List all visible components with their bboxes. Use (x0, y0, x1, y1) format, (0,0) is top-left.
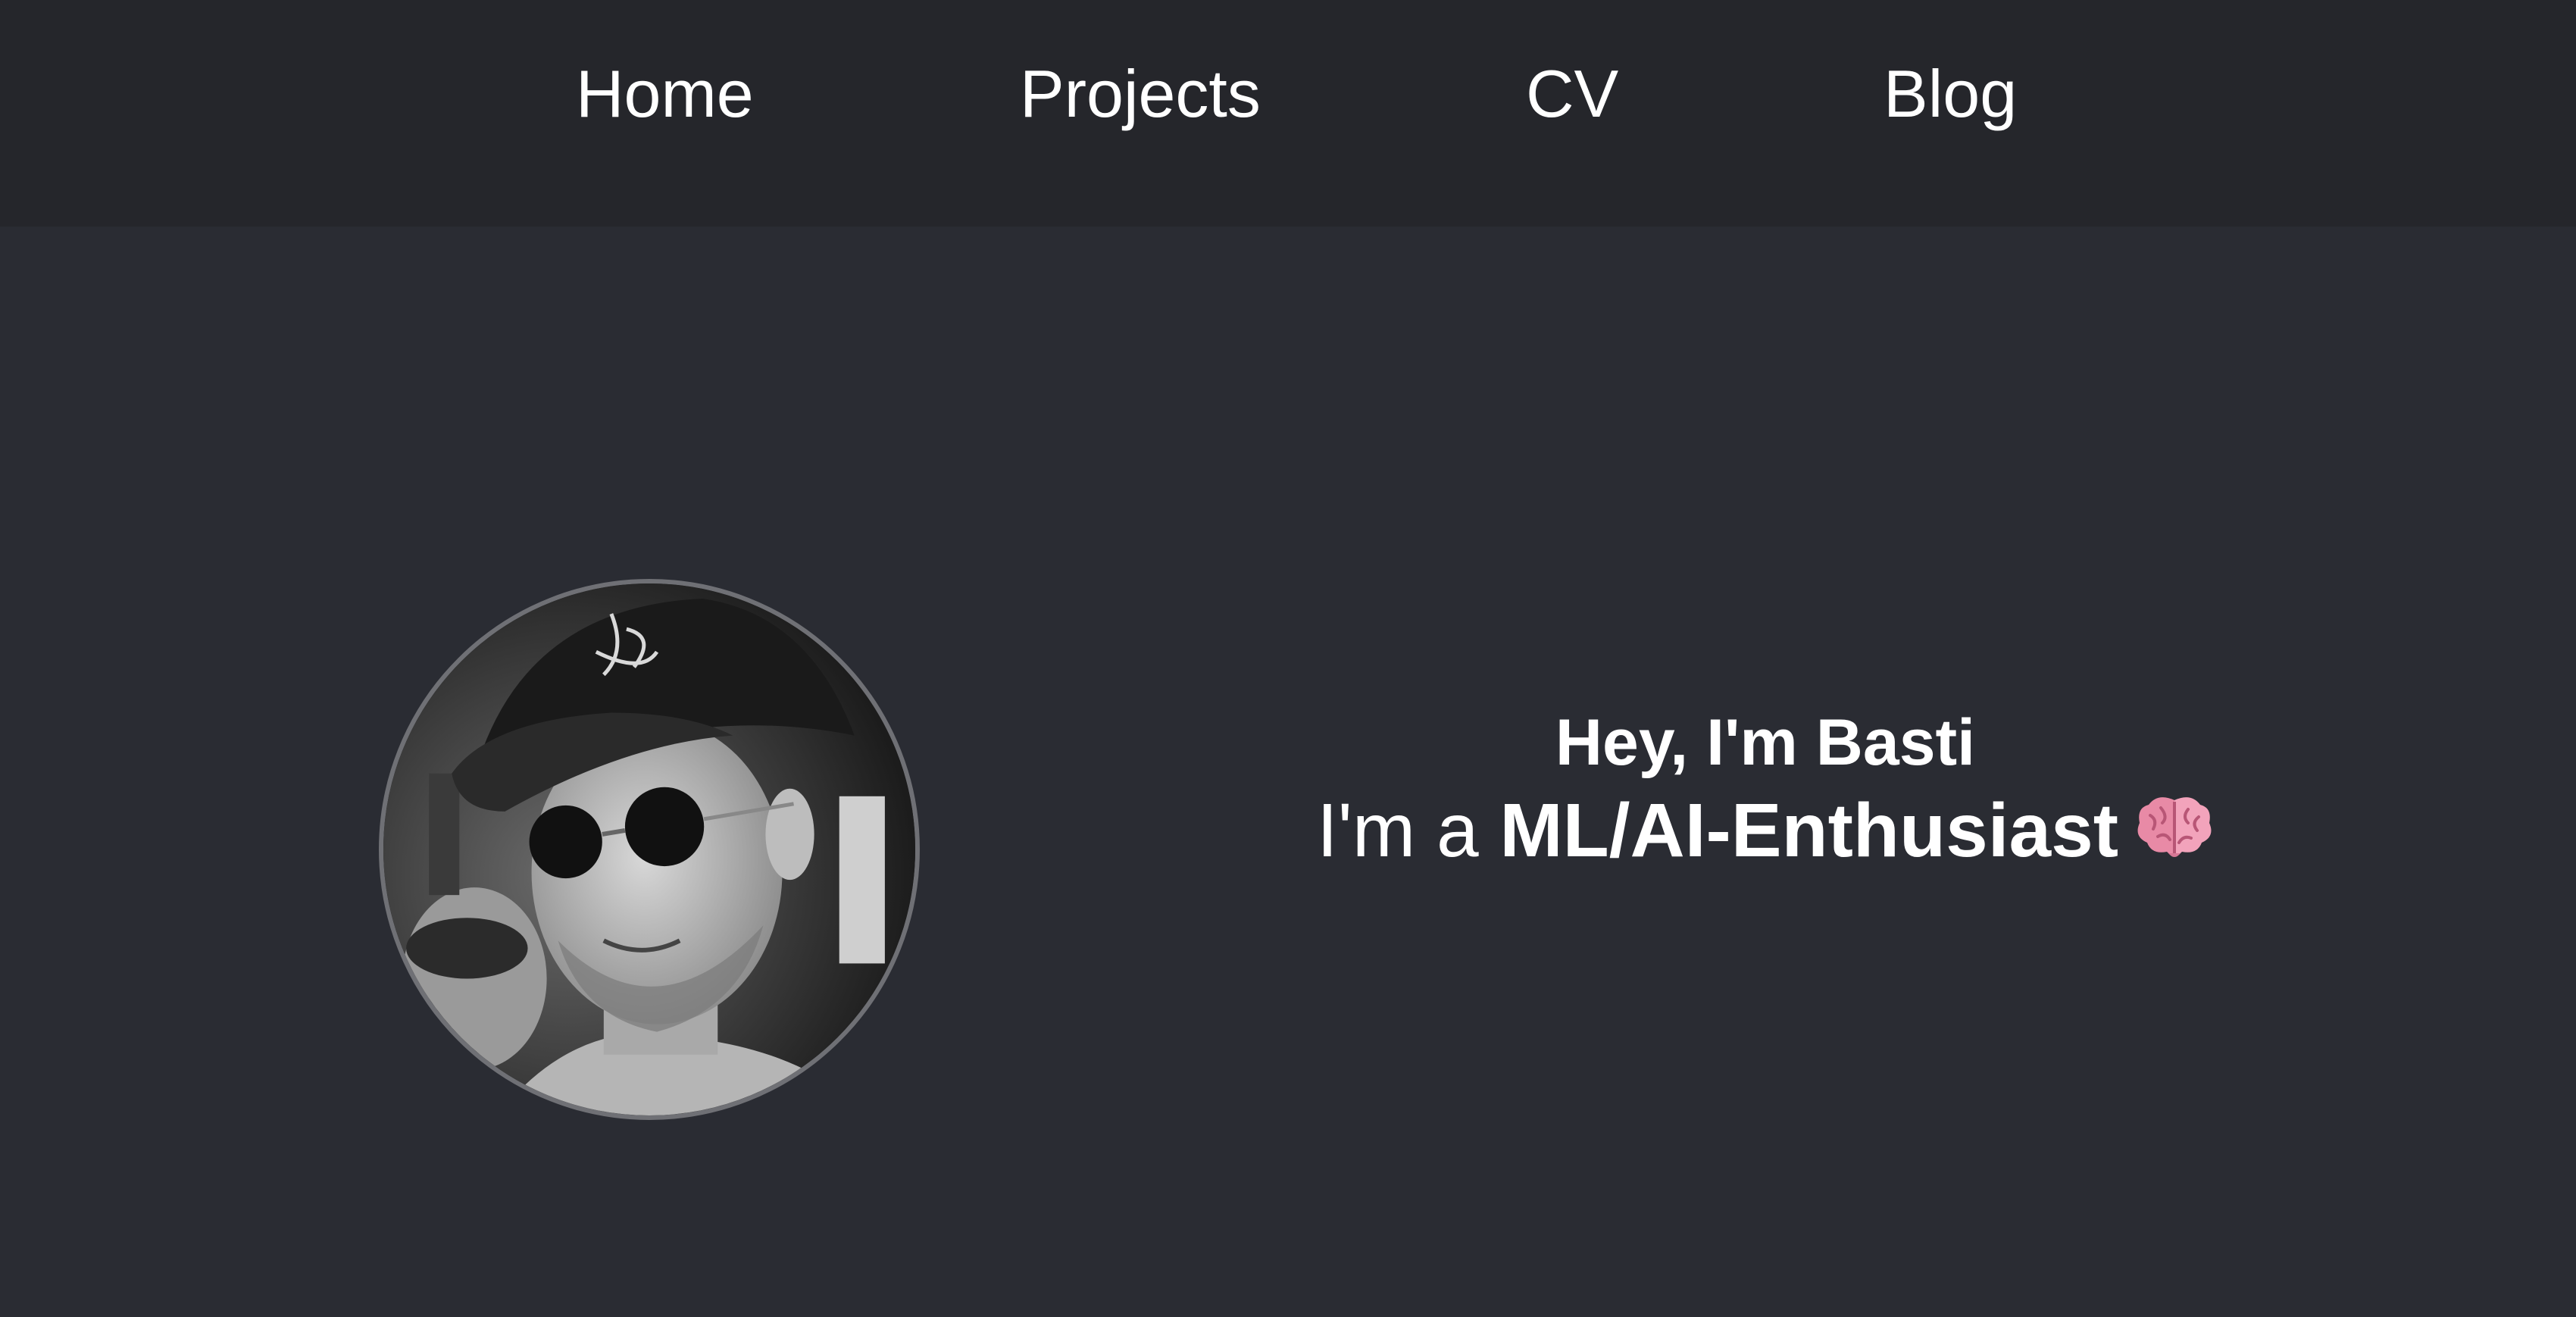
nav-blog-link[interactable]: Blog (1884, 55, 2017, 133)
profile-avatar (379, 579, 920, 1120)
intro-section: Hey, I'm Basti I'm a ML/AI-Enthusiast (1258, 705, 2273, 881)
nav-home-link[interactable]: Home (576, 55, 754, 133)
top-navbar: Home Projects CV Blog (0, 0, 2576, 227)
brain-icon (2135, 790, 2214, 881)
greeting-heading: Hey, I'm Basti (1555, 706, 1976, 779)
role-prefix: I'm a (1316, 788, 1479, 873)
nav-cv-link[interactable]: CV (1526, 55, 1618, 133)
role-line: I'm a ML/AI-Enthusiast (1258, 785, 2273, 881)
nav-projects-link[interactable]: Projects (1020, 55, 1261, 133)
role-title: ML/AI-Enthusiast (1499, 788, 2119, 873)
profile-photo-icon (383, 583, 915, 1115)
